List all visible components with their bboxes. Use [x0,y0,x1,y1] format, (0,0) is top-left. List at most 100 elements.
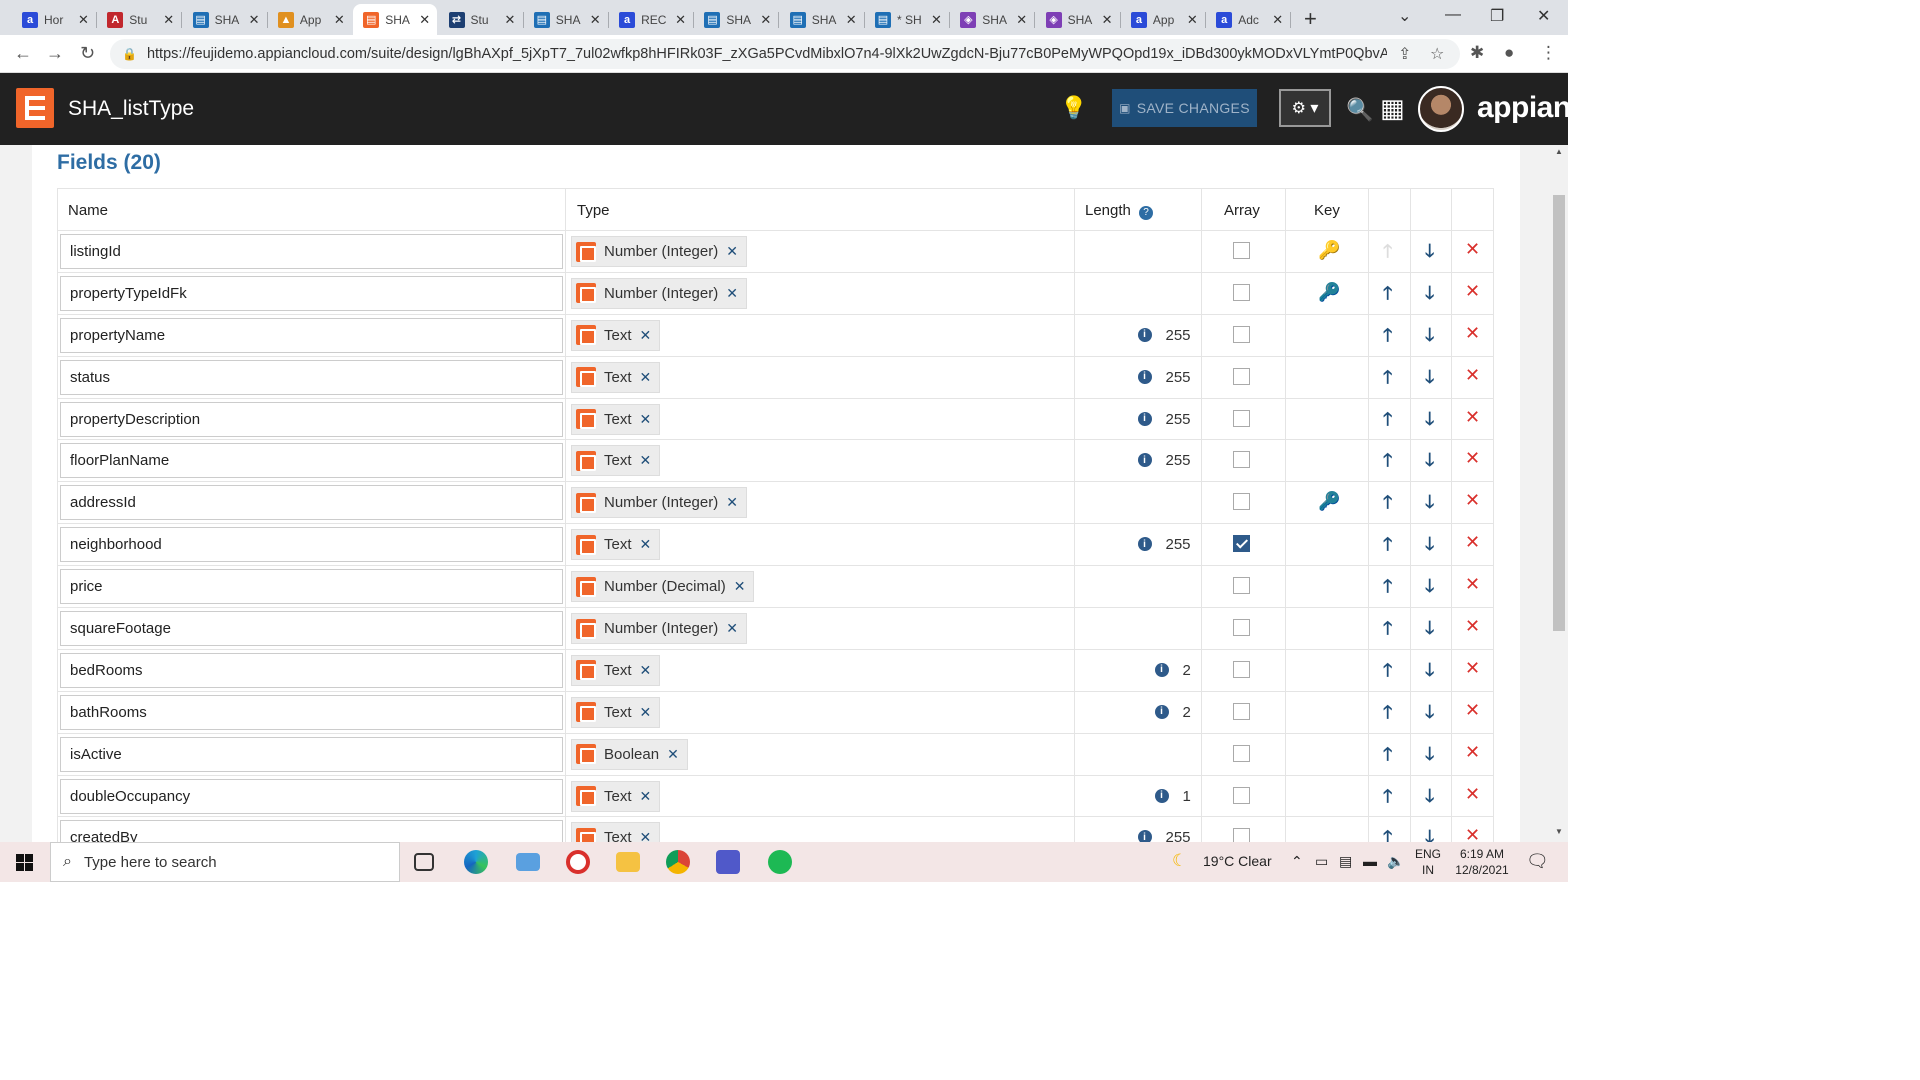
notifications-icon[interactable]: 🗨 [1526,851,1549,872]
move-up-arrow-icon[interactable]: 🡑 [1383,700,1392,730]
move-down-arrow-icon[interactable]: 🡓 [1425,825,1434,842]
delete-field-icon[interactable]: ✕ [1465,323,1480,344]
field-name-input[interactable]: price [60,569,563,605]
delete-field-icon[interactable]: ✕ [1465,825,1480,842]
move-down-arrow-icon[interactable]: 🡓 [1425,281,1434,311]
remove-type-icon[interactable]: ✕ [640,452,652,469]
field-name-input[interactable]: isActive [60,736,563,772]
close-tab-icon[interactable]: ✕ [1016,12,1027,28]
url-text[interactable]: https://feujidemo.appiancloud.com/suite/… [147,46,1387,62]
close-tab-icon[interactable]: ✕ [78,12,89,28]
reload-icon[interactable]: ↻ [80,43,95,64]
browser-tab[interactable]: a Hor ✕ [12,4,96,35]
delete-field-icon[interactable]: ✕ [1465,448,1480,469]
remove-type-icon[interactable]: ✕ [640,662,652,679]
close-window-button[interactable]: ✕ [1537,6,1550,26]
delete-field-icon[interactable]: ✕ [1465,407,1480,428]
delete-field-icon[interactable]: ✕ [1465,574,1480,595]
move-down-arrow-icon[interactable]: 🡓 [1425,490,1434,520]
close-tab-icon[interactable]: ✕ [1187,12,1198,28]
move-down-arrow-icon[interactable]: 🡓 [1425,323,1434,353]
volume-icon[interactable]: 🔈 [1387,853,1404,870]
info-icon[interactable]: i [1137,453,1152,468]
delete-field-icon[interactable]: ✕ [1465,365,1480,386]
taskbar-search-box[interactable]: ⌕ Type here to search [50,842,400,882]
close-tab-icon[interactable]: ✕ [846,12,857,28]
info-icon[interactable]: i [1137,830,1152,842]
array-checkbox[interactable] [1233,367,1250,385]
remove-type-icon[interactable]: ✕ [726,620,738,637]
remove-type-icon[interactable]: ✕ [640,704,652,721]
field-type-pill[interactable]: Number (Integer) ✕ [571,277,747,309]
browser-tab[interactable]: ▤ SHA ✕ [353,4,438,35]
move-down-arrow-icon[interactable]: 🡓 [1425,532,1434,562]
array-checkbox[interactable] [1233,702,1250,720]
move-down-arrow-icon[interactable]: 🡓 [1425,448,1434,478]
array-checkbox[interactable] [1233,451,1250,469]
edge-browser-icon[interactable] [464,850,488,874]
close-tab-icon[interactable]: ✕ [760,12,771,28]
move-up-arrow-icon[interactable]: 🡑 [1383,323,1392,353]
move-up-arrow-icon[interactable]: 🡑 [1383,742,1392,772]
address-bar[interactable]: 🔒 https://feujidemo.appiancloud.com/suit… [110,39,1460,69]
info-icon[interactable]: i [1154,704,1169,719]
remove-type-icon[interactable]: ✕ [640,536,652,553]
field-type-pill[interactable]: Number (Decimal) ✕ [571,571,755,603]
remove-type-icon[interactable]: ✕ [667,746,679,763]
move-up-arrow-icon[interactable]: 🡑 [1383,448,1392,478]
move-up-arrow-icon[interactable]: 🡑 [1383,616,1392,646]
array-checkbox[interactable] [1233,744,1250,762]
system-clock[interactable]: 6:19 AM 12/8/2021 [1452,846,1512,878]
language-indicator[interactable]: ENG IN [1414,846,1442,878]
move-up-arrow-icon[interactable]: 🡑 [1383,658,1392,688]
move-down-arrow-icon[interactable]: 🡓 [1425,574,1434,604]
field-type-pill[interactable]: Text ✕ [571,445,661,477]
back-icon[interactable]: ← [14,43,32,64]
share-icon[interactable]: ⇪ [1398,44,1411,64]
remove-type-icon[interactable]: ✕ [640,369,652,386]
close-tab-icon[interactable]: ✕ [419,12,430,28]
remove-type-icon[interactable]: ✕ [640,788,652,805]
field-type-pill[interactable]: Boolean ✕ [571,738,688,770]
delete-field-icon[interactable]: ✕ [1465,532,1480,553]
field-name-input[interactable]: bathRooms [60,694,563,730]
field-name-input[interactable]: createdBy [60,820,563,842]
move-up-arrow-icon[interactable]: 🡑 [1383,490,1392,520]
info-icon[interactable]: i [1137,537,1152,552]
scroll-up-arrow-icon[interactable]: ▲ [1555,147,1563,156]
move-up-arrow-icon[interactable]: 🡑 [1383,407,1392,437]
browser-tab[interactable]: ▤ SHA ✕ [694,4,778,35]
foreign-key-icon[interactable]: 🔑 [1318,282,1340,303]
array-checkbox[interactable] [1233,493,1250,511]
browser-tab[interactable]: a REC ✕ [609,4,693,35]
primary-key-icon[interactable]: 🔑 [1318,240,1340,261]
help-icon[interactable]: ? [1139,206,1154,220]
delete-field-icon[interactable]: ✕ [1465,616,1480,637]
appian-designer-logo-icon[interactable] [16,88,54,128]
foreign-key-icon[interactable]: 🔑 [1318,491,1340,512]
settings-menu-button[interactable]: ⚙ ▾ [1279,89,1331,127]
move-down-arrow-icon[interactable]: 🡓 [1425,239,1434,269]
move-up-arrow-icon[interactable]: 🡑 [1383,281,1392,311]
move-up-arrow-icon[interactable]: 🡑 [1383,825,1392,842]
move-up-arrow-icon[interactable]: 🡑 [1383,239,1392,269]
minimize-button[interactable]: — [1445,6,1461,24]
move-down-arrow-icon[interactable]: 🡓 [1425,616,1434,646]
field-type-pill[interactable]: Text ✕ [571,696,661,728]
app-grid-icon[interactable]: ▦ [1380,93,1405,124]
forward-icon[interactable]: → [46,43,64,64]
array-checkbox[interactable] [1233,660,1250,678]
field-type-pill[interactable]: Text ✕ [571,822,661,842]
delete-field-icon[interactable]: ✕ [1465,742,1480,763]
move-up-arrow-icon[interactable]: 🡑 [1383,365,1392,395]
info-icon[interactable]: i [1137,411,1152,426]
remove-type-icon[interactable]: ✕ [726,494,738,511]
media-app-icon[interactable] [566,850,590,874]
lightbulb-icon[interactable]: 💡 [1060,95,1087,121]
field-name-input[interactable]: listingId [60,234,563,269]
close-tab-icon[interactable]: ✕ [163,12,174,28]
info-icon[interactable]: i [1154,788,1169,803]
show-hidden-icons-icon[interactable]: ⌃ [1291,853,1303,870]
array-checkbox[interactable] [1233,325,1250,343]
spotify-icon[interactable] [768,850,792,874]
